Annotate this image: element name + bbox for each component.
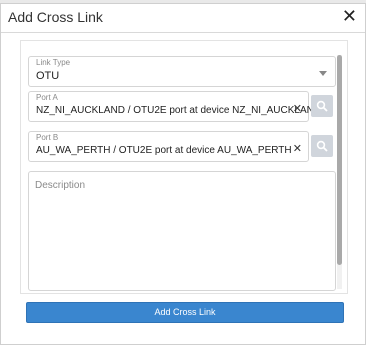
port-b-field[interactable]: Port B AU_WA_PERTH / OTU2E port at devic… — [28, 131, 309, 162]
port-a-value: NZ_NI_AUCKLAND / OTU2E port at device NZ… — [36, 105, 322, 116]
description-placeholder: Description — [35, 180, 86, 191]
dialog-title: Add Cross Link — [8, 9, 103, 25]
port-a-search-button[interactable] — [311, 95, 333, 117]
add-cross-link-dialog: Add Cross Link ✕ Link Type OTU Port A NZ… — [0, 3, 366, 345]
search-icon — [316, 140, 328, 152]
close-icon[interactable]: ✕ — [342, 6, 357, 26]
search-icon — [316, 100, 328, 112]
port-b-label: Port B — [36, 133, 59, 142]
port-b-value: AU_WA_PERTH / OTU2E port at device AU_WA… — [36, 145, 292, 156]
port-a-field[interactable]: Port A NZ_NI_AUCKLAND / OTU2E port at de… — [28, 91, 321, 122]
dialog-header: Add Cross Link ✕ — [1, 4, 365, 33]
description-textarea[interactable]: Description — [28, 171, 336, 291]
port-b-search-button[interactable] — [311, 135, 333, 157]
add-cross-link-button[interactable]: Add Cross Link — [26, 302, 344, 323]
port-a-clear-icon[interactable]: ✕ — [293, 103, 302, 115]
link-type-value: OTU — [36, 70, 60, 82]
chevron-down-icon — [319, 71, 327, 76]
scrollbar[interactable] — [337, 55, 342, 289]
scrollbar-thumb[interactable] — [337, 55, 342, 265]
port-a-label: Port A — [36, 93, 58, 102]
form-panel: Link Type OTU Port A NZ_NI_AUCKLAND / OT… — [20, 40, 348, 294]
link-type-select[interactable]: Link Type OTU — [28, 56, 336, 87]
link-type-label: Link Type — [36, 58, 71, 67]
port-b-clear-icon[interactable]: ✕ — [293, 143, 302, 155]
